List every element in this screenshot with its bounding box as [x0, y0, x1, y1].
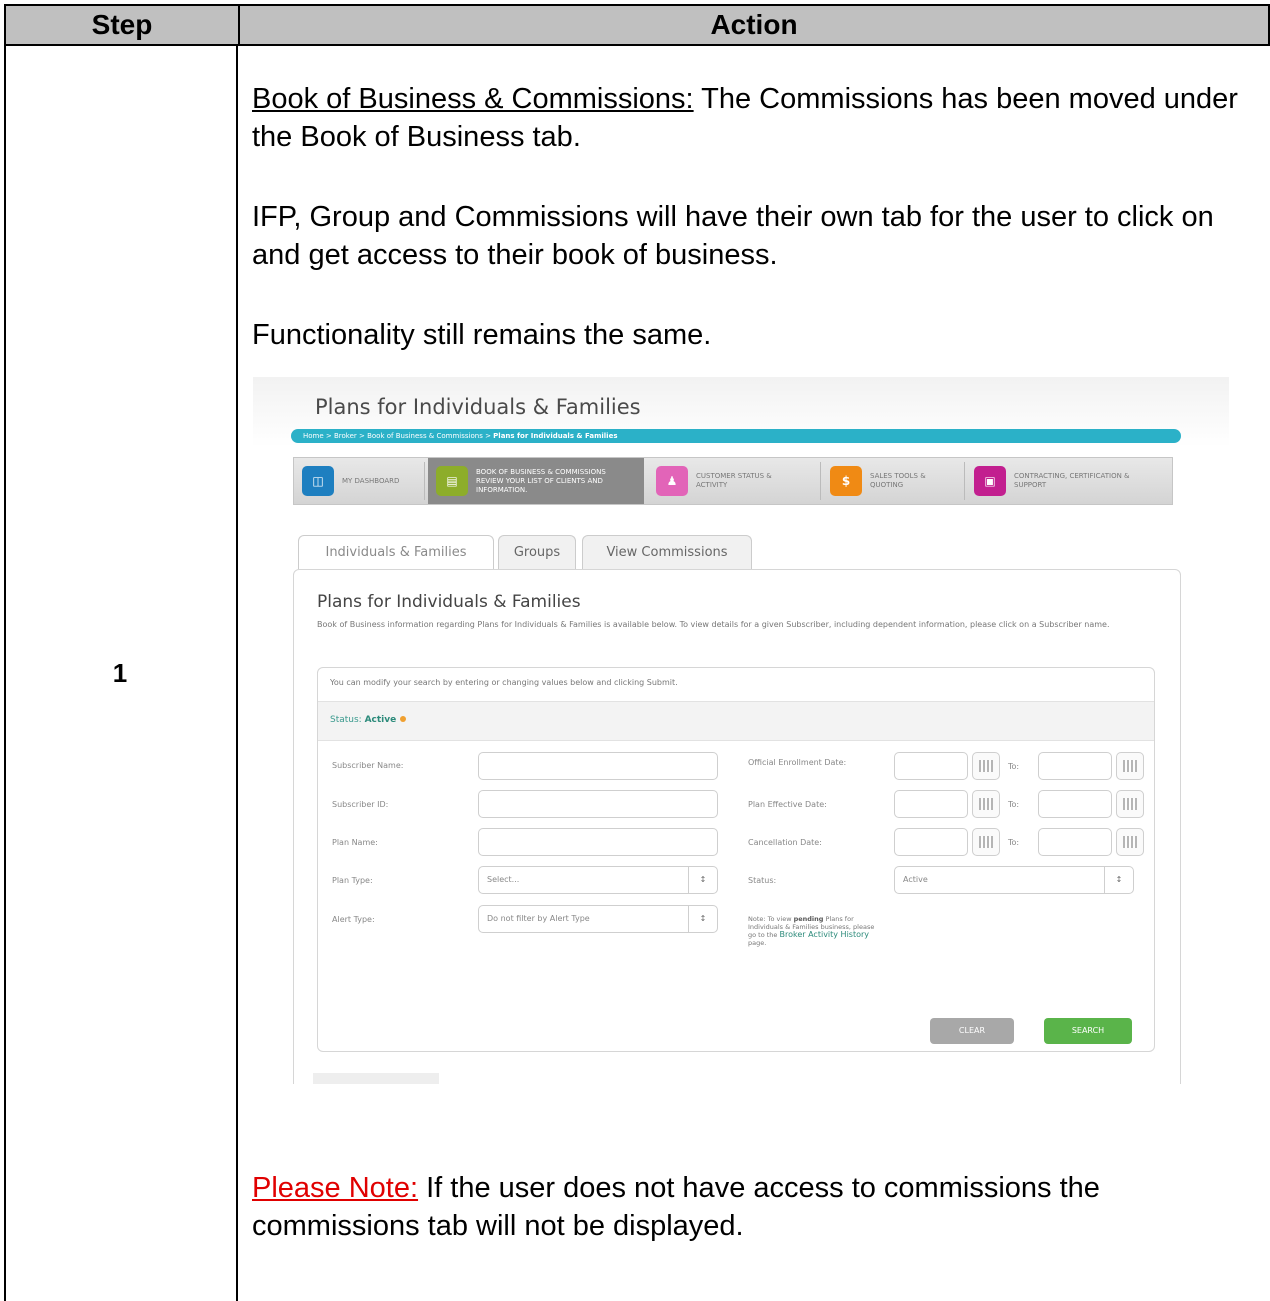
to-label: To:: [1008, 838, 1020, 847]
nav-label: Book of Business & Commissions Review yo…: [476, 467, 606, 494]
to-label: To:: [1008, 762, 1020, 771]
enrollment-to-input[interactable]: [1038, 752, 1112, 780]
cancellation-from-input[interactable]: [894, 828, 968, 856]
subscriber-name-label: Subscriber Name:: [332, 761, 404, 770]
calendar-icon[interactable]: [1116, 790, 1144, 818]
calendar-icon[interactable]: [1116, 752, 1144, 780]
dashboard-icon: ◫: [302, 466, 334, 496]
clear-button[interactable]: Clear: [930, 1018, 1014, 1044]
pending-note: Note: To view pending Plans for Individu…: [748, 915, 878, 947]
select-arrow-icon: ↕: [688, 906, 717, 932]
calendar-icon[interactable]: [1116, 828, 1144, 856]
subscriber-name-input[interactable]: [478, 752, 718, 780]
table-column-border: [236, 46, 238, 1301]
calendar-icon[interactable]: [972, 790, 1000, 818]
calendar-icon[interactable]: [972, 752, 1000, 780]
book-icon: ▤: [436, 466, 468, 496]
nav-item-book-of-business[interactable]: ▤ Book of Business & Commissions Review …: [428, 458, 644, 504]
calendar-icon[interactable]: [972, 828, 1000, 856]
plan-name-input[interactable]: [478, 828, 718, 856]
search-form: You can modify your search by entering o…: [317, 667, 1155, 1052]
breadcrumb-current: Plans for Individuals & Families: [493, 432, 618, 440]
step-column-header: Step: [91, 9, 153, 40]
nav-label: Sales Tools & Quoting: [870, 472, 926, 489]
alert-type-select[interactable]: Do not filter by Alert Type ↕: [478, 905, 718, 933]
please-note-label: Please Note:: [252, 1172, 419, 1204]
status-select-value: Active: [903, 875, 928, 884]
subscriber-id-input[interactable]: [478, 790, 718, 818]
cancellation-label: Cancellation Date:: [748, 838, 822, 847]
main-nav: ◫ My Dashboard ▤ Book of Business & Comm…: [293, 457, 1173, 505]
nav-item-contracting[interactable]: ▣ Contracting, Certification & Support: [966, 458, 1172, 504]
panel-title: Plans for Individuals & Families: [317, 592, 581, 612]
paragraph-tabs: IFP, Group and Commissions will have the…: [252, 201, 1214, 271]
plan-type-select[interactable]: Select... ↕: [478, 866, 718, 894]
status-select[interactable]: Active ↕: [894, 866, 1134, 894]
cancellation-to-input[interactable]: [1038, 828, 1112, 856]
effective-from-input[interactable]: [894, 790, 968, 818]
alert-type-value: Do not filter by Alert Type: [487, 914, 590, 923]
screenshot-page-title: Plans for Individuals & Families: [315, 395, 641, 419]
nav-item-customer-status[interactable]: ♟ Customer Status & Activity: [648, 458, 818, 504]
nav-label: Contracting, Certification & Support: [1014, 472, 1130, 489]
search-button[interactable]: Search: [1044, 1018, 1132, 1044]
subscriber-id-label: Subscriber ID:: [332, 800, 389, 809]
tab-groups[interactable]: Groups: [498, 535, 576, 570]
nav-label: Customer Status & Activity: [696, 472, 772, 489]
nav-item-dashboard[interactable]: ◫ My Dashboard: [294, 458, 422, 504]
content-panel: Plans for Individuals & Families Book of…: [293, 569, 1181, 1084]
to-label: To:: [1008, 800, 1020, 809]
broker-activity-link[interactable]: Broker Activity History: [780, 930, 870, 939]
select-arrow-icon: ↕: [1104, 867, 1133, 893]
plan-name-label: Plan Name:: [332, 838, 378, 847]
nav-divider: [424, 462, 425, 500]
breadcrumb: Home > Broker > Book of Business & Commi…: [291, 429, 1181, 443]
status-value: Active: [364, 715, 397, 725]
nav-divider: [964, 462, 965, 500]
section-heading: Book of Business & Commissions:: [252, 83, 694, 115]
status-label: Status:: [330, 715, 365, 725]
plan-type-label: Plan Type:: [332, 876, 373, 885]
panel-description: Book of Business information regarding P…: [317, 620, 1110, 629]
note-text: page.: [748, 939, 767, 947]
tab-individuals-families[interactable]: Individuals & Families: [298, 535, 494, 572]
paragraph-book-of-business: Book of Business & Commissions: The Comm…: [252, 80, 1262, 156]
please-note-paragraph: Please Note: If the user does not have a…: [252, 1169, 1262, 1245]
status-field-label: Status:: [748, 876, 777, 885]
status-bar: Status: Active: [318, 701, 1154, 741]
status-dot-icon: [400, 716, 407, 722]
breadcrumb-path[interactable]: Home > Broker > Book of Business & Commi…: [303, 432, 493, 440]
search-hint: You can modify your search by entering o…: [330, 678, 678, 687]
select-arrow-icon: ↕: [688, 867, 717, 893]
embedded-screenshot: Plans for Individuals & Families Home > …: [253, 377, 1229, 1084]
step-number: 1: [112, 658, 128, 688]
plan-effective-label: Plan Effective Date:: [748, 800, 827, 809]
certificate-icon: ▣: [974, 466, 1006, 496]
alert-type-label: Alert Type:: [332, 915, 375, 924]
official-enrollment-label: Official Enrollment Date:: [748, 758, 847, 767]
nav-label: My Dashboard: [342, 476, 400, 485]
action-column-header: Action: [710, 9, 798, 40]
nav-divider: [820, 462, 821, 500]
nav-item-sales-tools[interactable]: $ Sales Tools & Quoting: [822, 458, 962, 504]
note-bold: pending: [793, 915, 824, 923]
cropped-strip: [313, 1073, 439, 1084]
sales-icon: $: [830, 466, 862, 496]
plan-type-value: Select...: [487, 875, 520, 884]
tab-view-commissions[interactable]: View Commissions: [582, 535, 752, 570]
note-text: Note: To view: [748, 915, 794, 923]
table-header-row: Step Action: [4, 4, 1270, 46]
effective-to-input[interactable]: [1038, 790, 1112, 818]
paragraph-functionality: Functionality still remains the same.: [252, 319, 712, 351]
people-icon: ♟: [656, 466, 688, 496]
enrollment-from-input[interactable]: [894, 752, 968, 780]
status-filter[interactable]: Status: Active: [330, 715, 407, 725]
